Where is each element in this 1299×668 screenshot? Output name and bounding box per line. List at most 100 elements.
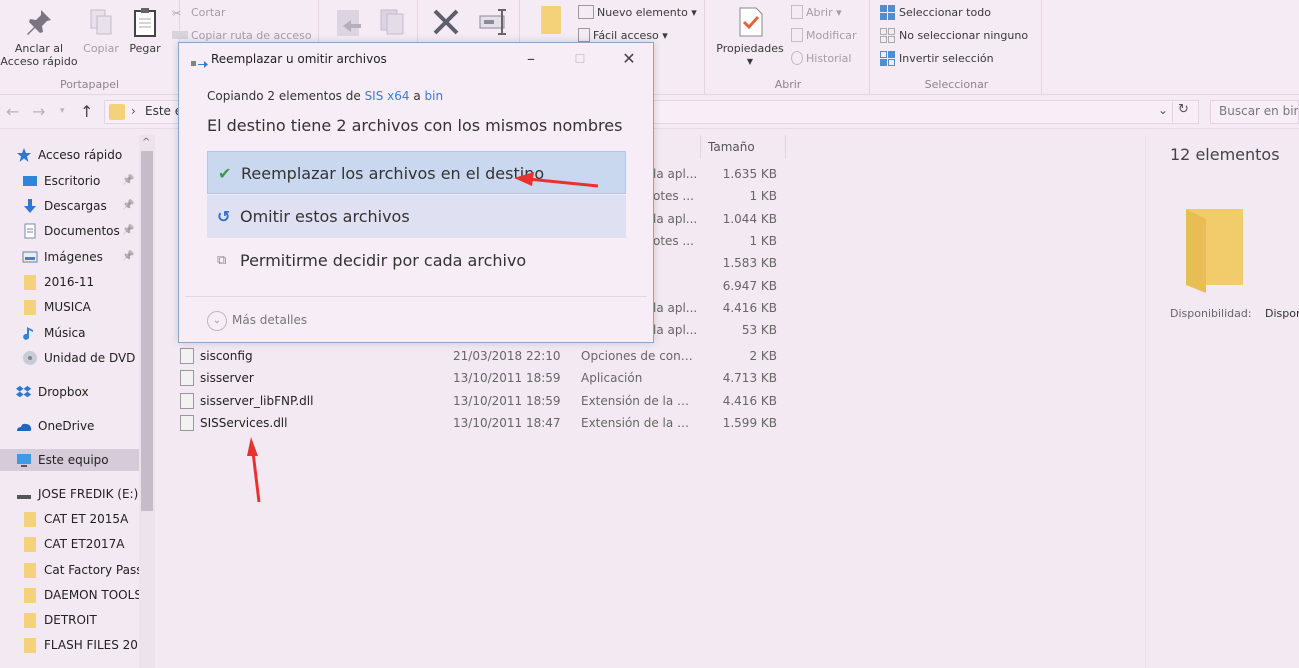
column-header-size[interactable]: Tamaño	[708, 140, 755, 154]
item-count: 12 elementos	[1170, 145, 1280, 164]
properties-button[interactable]: Propiedades ▼	[713, 6, 787, 68]
sidebar-item[interactable]: DETROIT	[22, 609, 139, 631]
pin-icon[interactable]: 📌	[122, 220, 134, 242]
search-input[interactable]: Buscar en bin	[1210, 100, 1299, 124]
pin-quick-access-button[interactable]: Anclar al Acceso rápido	[0, 6, 78, 68]
navigation-pane: Acceso rápido Escritorio 📌 Descargas 📌 Docume…	[0, 135, 155, 668]
properties-dropdown-icon: ▼	[746, 57, 754, 66]
sidebar-item[interactable]: CAT ET 2015A	[22, 508, 139, 530]
file-date: 21/03/2018 22:10	[453, 349, 561, 363]
sidebar-item-label: Escritorio	[44, 174, 101, 188]
sidebar-item[interactable]: 2016-11	[22, 271, 139, 293]
pin-icon[interactable]: 📌	[122, 170, 134, 192]
cut-button[interactable]: ✂ Cortar	[172, 4, 226, 22]
forward-button[interactable]: →	[32, 102, 45, 121]
sidebar-item[interactable]: Acceso rápido	[16, 144, 139, 166]
file-name: sisserver_libFNP.dll	[200, 393, 314, 408]
dialog-titlebar[interactable]: Reemplazar u omitir archivos – ☐ ✕	[179, 43, 653, 75]
address-folder-icon	[109, 104, 125, 120]
replace-or-skip-dialog: Reemplazar u omitir archivos – ☐ ✕ Copia…	[178, 42, 654, 343]
sidebar-item[interactable]: Descargas 📌	[22, 195, 139, 217]
copy-to-button[interactable]	[375, 6, 411, 42]
history-icon	[791, 51, 803, 65]
invert-selection-button[interactable]: Invertir selección	[880, 50, 994, 68]
file-row[interactable]: sisserver_libFNP.dll 13/10/2011 18:59 Exte…	[160, 390, 800, 412]
move-to-button[interactable]	[331, 6, 367, 42]
replace-files-option[interactable]: ✔ Reemplazar los archivos en el destino	[207, 151, 626, 194]
sidebar-item[interactable]: JOSE FREDIK (E:)	[16, 483, 139, 505]
file-row[interactable]: sisserver 13/10/2011 18:59 Aplicación 4.713…	[160, 367, 800, 389]
more-details-button[interactable]: ⌄ Más detalles	[207, 310, 307, 331]
sidebar-item[interactable]: OneDrive	[16, 415, 139, 437]
source-folder-link[interactable]: SIS x64	[365, 89, 410, 103]
minimize-button[interactable]: –	[511, 47, 551, 71]
address-dropdown-icon[interactable]: ⌄	[1158, 103, 1168, 117]
copy-status-prefix: Copiando 2 elementos de	[207, 89, 365, 103]
file-row[interactable]: sisconfig 21/03/2018 22:10 Opciones de con…	[160, 345, 800, 367]
partial-row-size: 1.635 KB	[722, 167, 777, 181]
column-separator[interactable]	[700, 135, 701, 159]
sidebar-item[interactable]: Imágenes 📌	[22, 246, 139, 268]
folder-icon	[22, 637, 38, 653]
dvd-icon	[22, 350, 38, 366]
music-icon	[22, 325, 38, 341]
open-label: Abrir	[806, 6, 833, 19]
sidebar-item[interactable]: MUSICA	[22, 296, 139, 318]
history-button[interactable]: Historial	[791, 50, 851, 68]
onedrive-icon	[16, 418, 32, 434]
history-label: Historial	[806, 52, 852, 65]
invert-selection-label: Invertir selección	[899, 52, 994, 65]
close-button[interactable]: ✕	[609, 47, 649, 71]
sidebar-item[interactable]: FLASH FILES 201	[22, 634, 139, 656]
recent-locations-button[interactable]: ▾	[60, 106, 65, 116]
delete-button[interactable]	[426, 6, 466, 42]
sidebar-item[interactable]: Este equipo	[0, 449, 139, 471]
skip-files-option[interactable]: ↺ Omitir estos archivos	[207, 195, 626, 238]
availability-label: Disponibilidad:	[1170, 307, 1252, 320]
drive-icon	[16, 486, 32, 502]
copy-button[interactable]: Copiar	[80, 6, 122, 55]
open-button[interactable]: Abrir ▾	[791, 4, 842, 22]
sidebar-item[interactable]: DAEMON TOOLS	[22, 584, 139, 606]
sidebar-item[interactable]: CAT ET2017A	[22, 533, 139, 555]
paste-button[interactable]: Pegar	[124, 6, 166, 55]
new-item-button[interactable]: Nuevo elemento ▾	[578, 4, 697, 22]
partial-row-type: la apl...	[653, 323, 698, 338]
edit-button[interactable]: Modificar	[791, 27, 857, 45]
decide-each-file-option[interactable]: ⧉ Permitirme decidir por cada archivo	[207, 239, 626, 282]
destination-folder-link[interactable]: bin	[425, 89, 444, 103]
refresh-icon[interactable]: ↻	[1172, 102, 1194, 122]
file-size: 2 KB	[749, 349, 777, 363]
sidebar-item[interactable]: Dropbox	[16, 381, 139, 403]
scissors-icon: ✂	[172, 7, 182, 20]
ribbon-group-label-open: Abrir	[774, 78, 802, 91]
scroll-up-icon[interactable]: ^	[142, 137, 150, 148]
sidebar-item[interactable]: Música	[22, 322, 139, 344]
sidebar-item-label: DAEMON TOOLS	[44, 588, 139, 602]
sidebar-item[interactable]: Unidad de DVD R	[22, 347, 139, 369]
column-separator[interactable]	[785, 135, 786, 159]
replace-files-label: Reemplazar los archivos en el destino	[241, 164, 545, 183]
pin-icon[interactable]: 📌	[122, 246, 134, 268]
new-folder-button[interactable]	[536, 6, 566, 38]
back-button[interactable]: ←	[6, 102, 19, 121]
easy-access-icon	[578, 28, 590, 42]
pin-icon[interactable]: 📌	[122, 195, 134, 217]
scrollbar-thumb[interactable]	[141, 151, 153, 511]
select-all-button[interactable]: Seleccionar todo	[880, 4, 991, 22]
sidebar-item[interactable]: Cat Factory Pass	[22, 559, 139, 581]
sidebar-item[interactable]: Escritorio 📌	[22, 170, 139, 192]
breadcrumb-este-equipo[interactable]: Este e	[145, 104, 182, 118]
properties-icon	[734, 6, 766, 38]
sidebar-item[interactable]: Documentos 📌	[22, 220, 139, 242]
up-button[interactable]: ↑	[80, 102, 93, 121]
file-row[interactable]: SISServices.dll 13/10/2011 18:47 Extensión…	[160, 412, 800, 434]
select-none-button[interactable]: No seleccionar ninguno	[880, 27, 1028, 45]
file-name: sisserver	[200, 371, 254, 386]
partial-row-size: 1 KB	[749, 233, 777, 248]
edit-icon	[791, 28, 803, 42]
maximize-button[interactable]: ☐	[560, 47, 600, 71]
navigation-scrollbar[interactable]: ^	[139, 135, 155, 668]
file-date: 13/10/2011 18:59	[453, 371, 561, 386]
rename-button[interactable]	[474, 6, 514, 42]
